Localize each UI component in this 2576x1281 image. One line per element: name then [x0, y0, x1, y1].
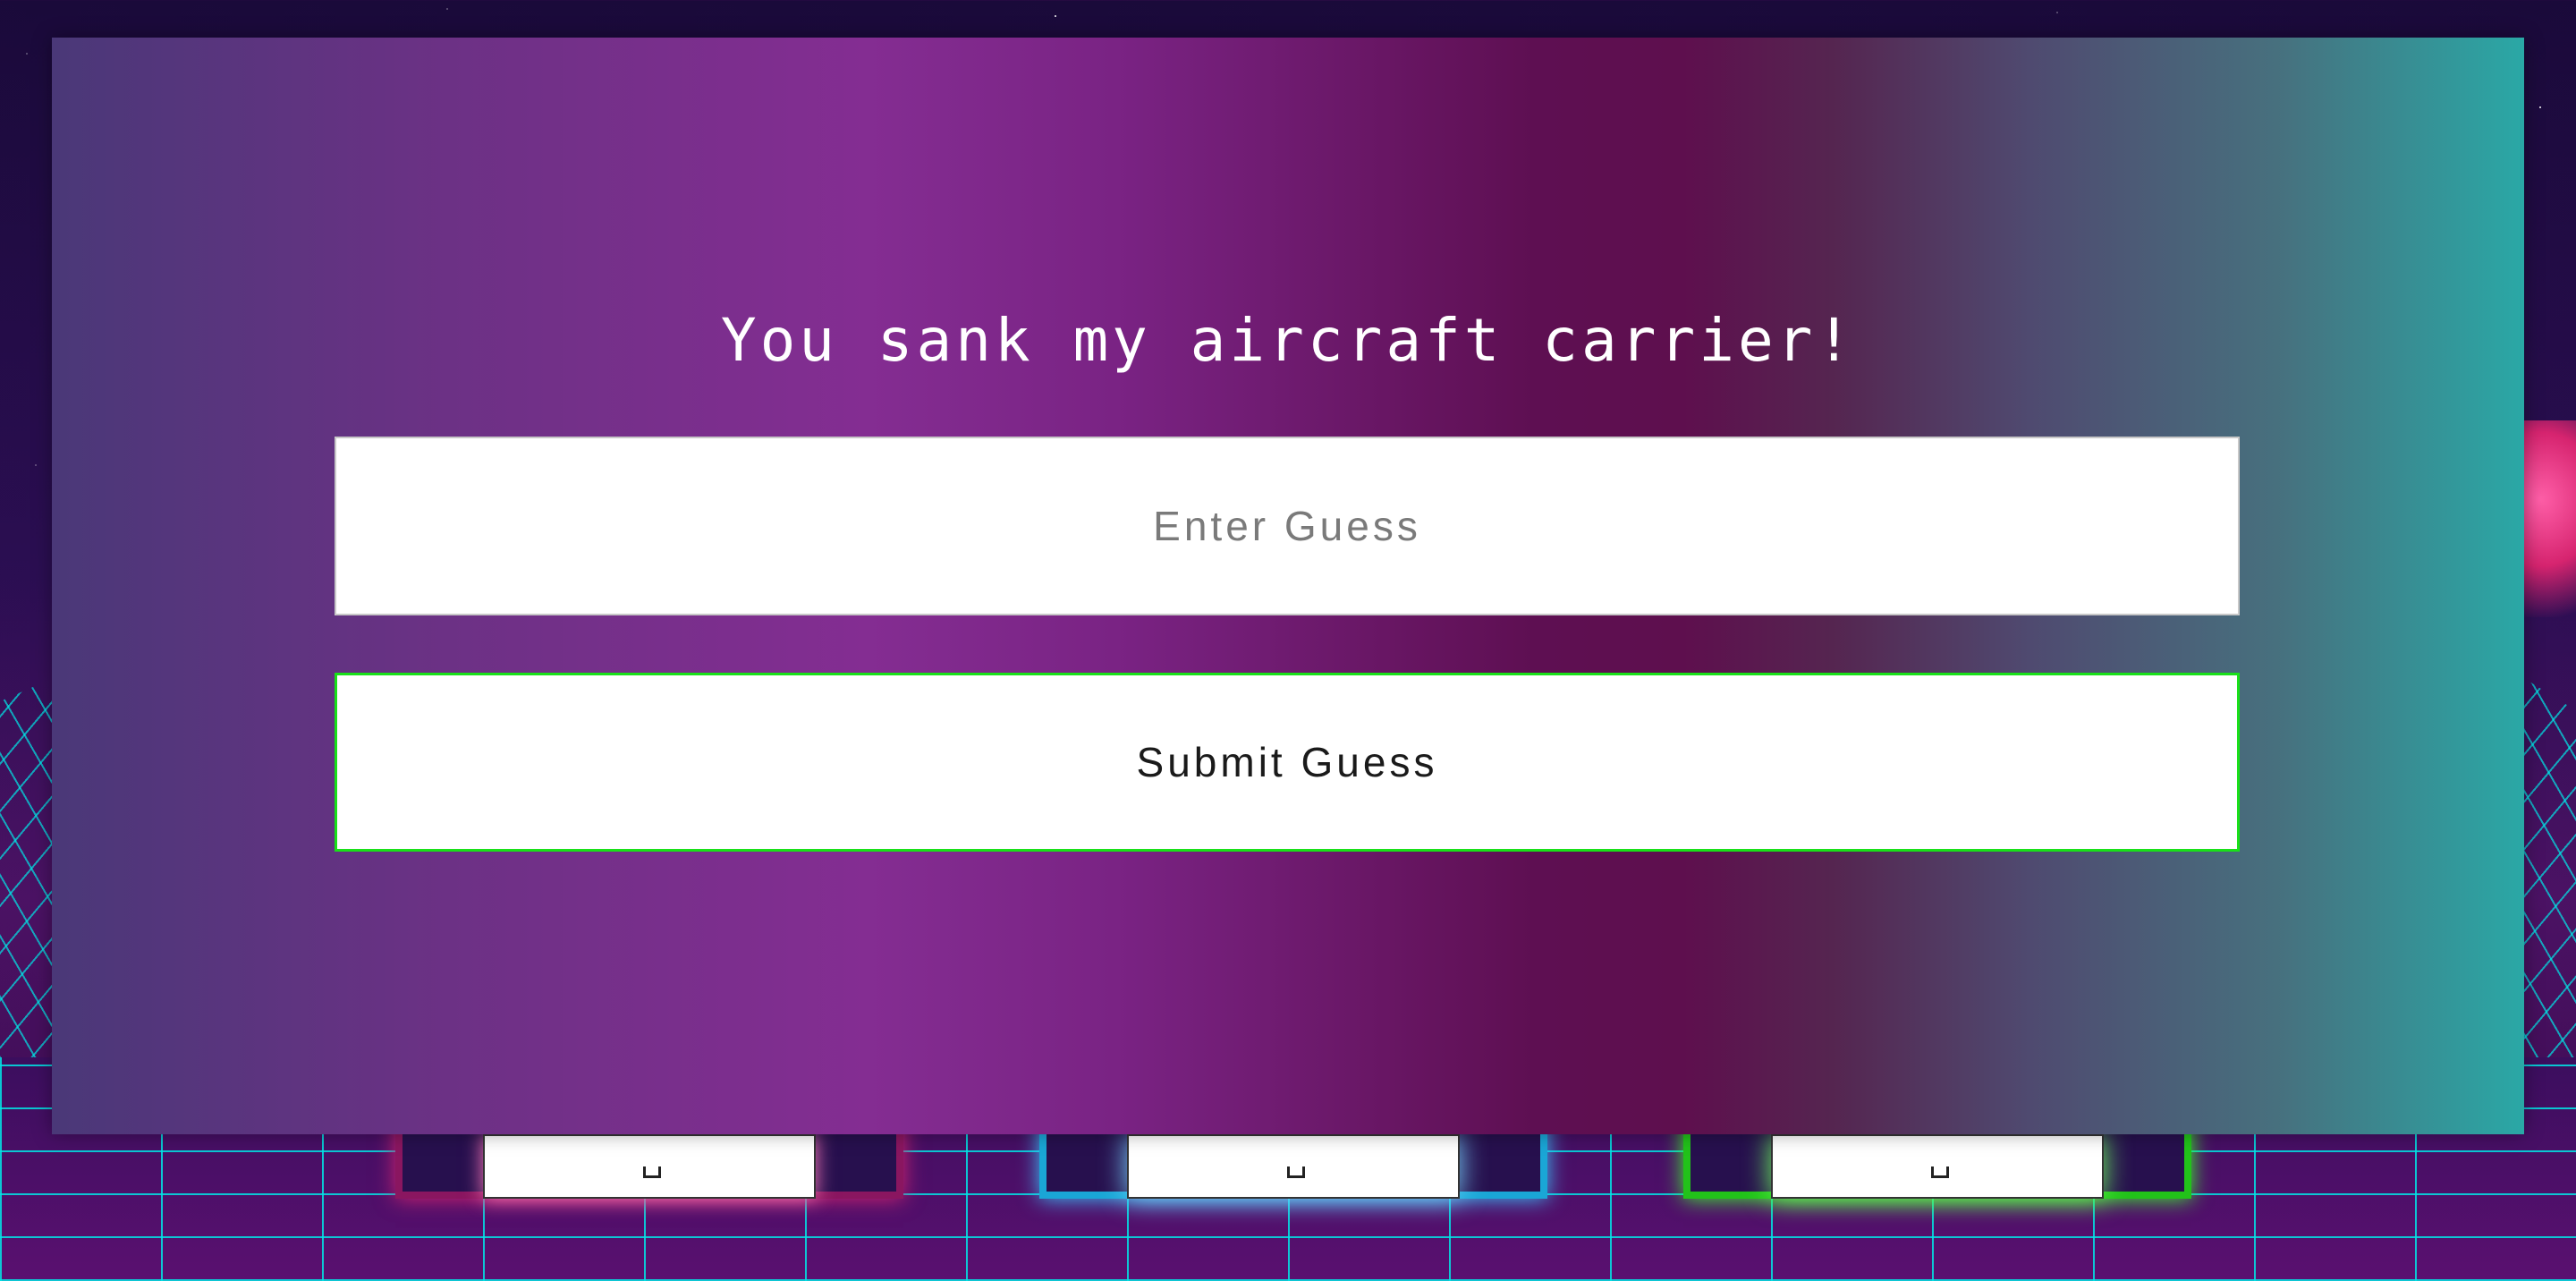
ship-card-button[interactable] — [483, 1134, 816, 1199]
modal-title: You sank my aircraft carrier! — [720, 306, 1856, 375]
ship-icon — [1287, 1166, 1305, 1178]
submit-guess-button[interactable]: Submit Guess — [335, 673, 2240, 852]
guess-input[interactable] — [335, 437, 2240, 615]
ship-icon — [643, 1166, 661, 1178]
ship-card-button[interactable] — [1127, 1134, 1460, 1199]
guess-modal: You sank my aircraft carrier! Submit Gue… — [52, 38, 2524, 1134]
ship-card-button[interactable] — [1771, 1134, 2104, 1199]
ship-icon — [1931, 1166, 1949, 1178]
